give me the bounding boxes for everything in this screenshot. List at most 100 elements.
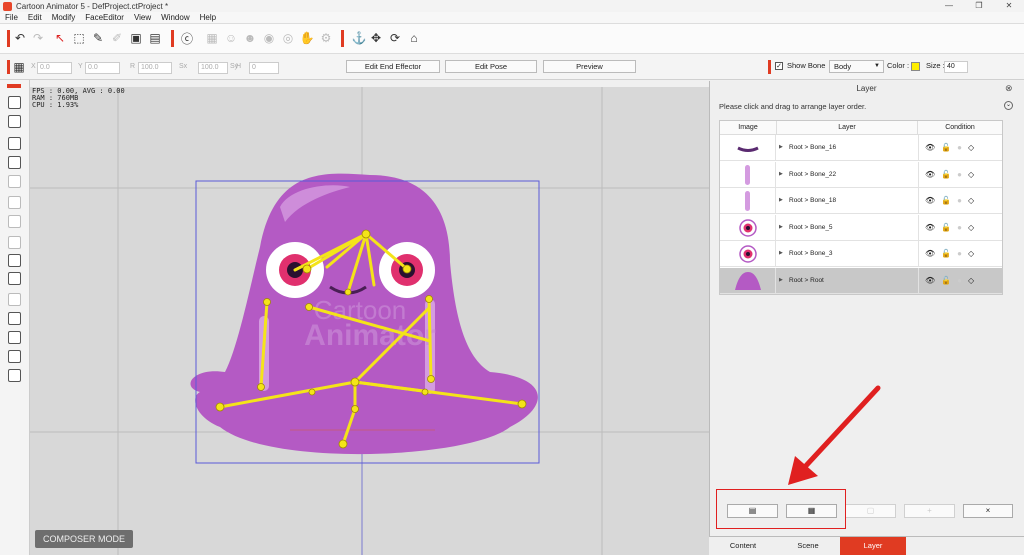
select-icon[interactable]: ↖ [53, 31, 67, 45]
anchor-icon[interactable]: ⚓ [352, 31, 367, 45]
lock-icon[interactable]: 🔓 [941, 276, 951, 288]
expand-arrow-icon[interactable]: ▶ [779, 277, 783, 283]
diamond-icon[interactable]: ◇ [968, 196, 974, 208]
sprite-icon[interactable]: ▦ [205, 31, 219, 45]
y-field[interactable]: 0.0 [85, 62, 120, 74]
eye-tool-icon[interactable]: ◉ [262, 31, 276, 45]
grid-icon[interactable]: ▦ [12, 60, 26, 74]
expand-arrow-icon[interactable]: ▶ [779, 197, 783, 203]
face-icon[interactable]: ☻ [243, 31, 257, 45]
maximize-icon[interactable]: ❐ [964, 0, 994, 12]
bone-select[interactable]: Body ▼ [829, 60, 884, 73]
x-field[interactable]: 0.0 [37, 62, 72, 74]
diamond-icon[interactable]: ◇ [968, 143, 974, 155]
image-tool-icon[interactable]: ▣ [129, 31, 143, 45]
visibility-eye-icon[interactable]: 👁 [925, 143, 935, 155]
show-bone-checkbox[interactable]: ✓ [775, 62, 783, 70]
import-icon[interactable] [8, 369, 21, 382]
redo-icon[interactable]: ↷ [31, 31, 45, 45]
layer-row[interactable]: ▶ Root > Bone_18 👁 🔓 ● ◇ [720, 188, 1002, 214]
tab-content[interactable]: Content [710, 537, 776, 555]
head-tool-icon[interactable] [8, 196, 21, 209]
mouth-tool-icon[interactable]: ◎ [281, 31, 295, 45]
edit-pose-button[interactable]: Edit Pose [445, 60, 537, 73]
frame-tool-icon[interactable]: ▤ [148, 31, 162, 45]
lock-icon[interactable]: 🔓 [941, 143, 951, 155]
size-field[interactable]: 40 [944, 61, 968, 73]
diamond-icon[interactable]: ◇ [968, 276, 974, 288]
hand-tool-icon[interactable]: ✋ [300, 31, 315, 45]
canvas-viewport[interactable]: Cartoon Animator [30, 87, 709, 555]
mirror-tool-icon[interactable] [8, 175, 21, 188]
menu-file[interactable]: File [0, 13, 23, 22]
rotate-icon[interactable]: ⟳ [388, 31, 402, 45]
tab-scene[interactable]: Scene [775, 537, 841, 555]
head-icon[interactable]: ☺ [224, 31, 238, 45]
preview-button[interactable]: Preview [543, 60, 636, 73]
lock-icon[interactable]: 🔓 [941, 223, 951, 235]
prop-tool-icon[interactable]: ⚙ [319, 31, 333, 45]
layer-row[interactable]: ▶ Root > Bone_3 👁 🔓 ● ◇ [720, 241, 1002, 267]
menu-view[interactable]: View [129, 13, 156, 22]
pin-icon[interactable]: ✐ [110, 31, 124, 45]
menu-window[interactable]: Window [156, 13, 194, 22]
character-body[interactable]: Cartoon Animator [190, 173, 538, 455]
visibility-eye-icon[interactable]: 👁 [925, 170, 935, 182]
expand-arrow-icon[interactable]: ▶ [779, 171, 783, 177]
menu-faceeditor[interactable]: FaceEditor [80, 13, 129, 22]
layer-tool-icon[interactable] [8, 96, 21, 109]
menu-help[interactable]: Help [195, 13, 221, 22]
layer-row[interactable]: ▶ Root > Bone_5 👁 🔓 ● ◇ [720, 214, 1002, 241]
link-button[interactable]: ▢ [845, 504, 896, 518]
expand-arrow-icon[interactable]: ▶ [779, 224, 783, 230]
performance-stats: FPS : 0.00, AVG : 0.00 RAM : 760MB CPU :… [32, 87, 125, 109]
expand-arrow-icon[interactable]: ▶ [779, 144, 783, 150]
diamond-icon[interactable]: ◇ [968, 249, 974, 261]
bone-effect-icon[interactable] [8, 293, 21, 306]
rotation-field[interactable]: 100.0 [138, 62, 172, 74]
pen-tool-icon[interactable] [8, 137, 21, 150]
diamond-icon[interactable]: ◇ [968, 223, 974, 235]
dot-icon: ● [957, 169, 962, 179]
delete-button[interactable]: × [963, 504, 1013, 518]
tab-layer[interactable]: Layer [840, 537, 906, 555]
close-icon[interactable]: ✕ [994, 0, 1024, 12]
collapse-icon[interactable]: ⌄ [1004, 101, 1013, 110]
layer-row[interactable]: ▶ Root > Bone_22 👁 🔓 ● ◇ [720, 161, 1002, 188]
flip-field[interactable]: 0 [249, 62, 279, 74]
spring-icon[interactable] [8, 331, 21, 344]
lock-icon[interactable]: 🔓 [941, 196, 951, 208]
fit-icon[interactable] [8, 312, 21, 325]
expand-arrow-icon[interactable]: ▶ [779, 250, 783, 256]
face-tool-icon[interactable] [8, 215, 21, 228]
brush-icon[interactable]: ✎ [91, 31, 105, 45]
home-icon[interactable]: ⌂ [407, 31, 421, 45]
reset-tool-icon[interactable] [8, 156, 21, 169]
close-icon[interactable]: ⊗ [1005, 83, 1013, 94]
undo-icon[interactable]: ↶ [13, 31, 27, 45]
visibility-eye-icon[interactable]: 👁 [925, 223, 935, 235]
layer-row[interactable]: ▶ Root > Bone_16 👁 🔓 ● ◇ [720, 135, 1002, 161]
replace-tool-icon[interactable] [8, 272, 21, 285]
menu-modify[interactable]: Modify [47, 13, 81, 22]
visibility-eye-icon[interactable]: 👁 [925, 249, 935, 261]
visibility-eye-icon[interactable]: 👁 [925, 196, 935, 208]
lock-icon[interactable]: 🔓 [941, 170, 951, 182]
visibility-eye-icon[interactable]: 👁 [925, 276, 935, 288]
lock-icon[interactable]: 🔓 [941, 249, 951, 261]
sprite-tool-icon[interactable] [8, 236, 21, 249]
move-icon[interactable]: ✥ [369, 31, 383, 45]
layer-row[interactable]: ▶ Root > Root 👁 🔓 ● ◇ [720, 267, 1002, 294]
scale-x-field[interactable]: 100.0 [198, 62, 228, 74]
bone-color-swatch[interactable] [911, 62, 920, 71]
menu-edit[interactable]: Edit [23, 13, 47, 22]
edit-end-effector-button[interactable]: Edit End Effector [346, 60, 440, 73]
select-area-icon[interactable]: ⬚ [72, 31, 86, 45]
add-layer-button[interactable]: + [904, 504, 955, 518]
diamond-icon[interactable]: ◇ [968, 170, 974, 182]
character-icon[interactable]: ⓒ [180, 31, 194, 46]
image-tool-icon[interactable] [8, 254, 21, 267]
minimize-icon[interactable]: — [934, 0, 964, 12]
export-icon[interactable] [8, 350, 21, 363]
bone-tool-icon[interactable] [8, 115, 21, 128]
